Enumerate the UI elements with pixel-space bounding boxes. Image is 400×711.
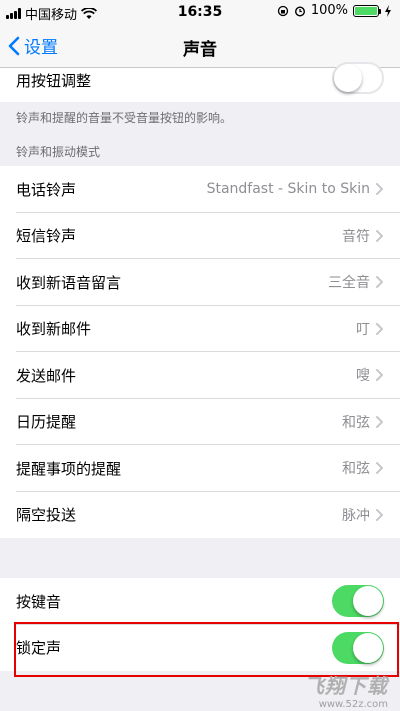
sound-row[interactable]: 短信铃声 音符: [0, 213, 400, 260]
chevron-right-icon: [376, 369, 383, 382]
rotation-lock-icon: [277, 5, 288, 16]
sound-row-value: 叮: [356, 321, 370, 338]
sound-row-label: 短信铃声: [16, 227, 77, 246]
adjust-with-buttons-row: 用按钮调整: [0, 62, 400, 102]
battery-fill: [355, 6, 377, 15]
sound-row-label: 收到新语音留言: [16, 273, 122, 292]
sound-row-value: 和弦: [342, 414, 370, 431]
watermark: 飞翔下载 www.52z.com: [304, 670, 388, 710]
chevron-right-icon: [376, 322, 383, 335]
toggle-row-label: 按键音: [16, 592, 62, 611]
highlight-box: [14, 622, 399, 677]
toggle-knob: [353, 586, 383, 617]
battery-icon: [353, 4, 381, 17]
navigation-bar: 设置 声音: [0, 24, 400, 68]
sound-row-label: 发送邮件: [16, 366, 77, 385]
toggle-knob: [334, 64, 362, 92]
page-title: 声音: [183, 40, 217, 60]
sound-row-label: 提醒事项的提醒: [16, 459, 122, 478]
adjust-with-buttons-label: 用按钮调整: [16, 72, 92, 90]
chevron-right-icon: [376, 229, 383, 242]
sound-row-value: Standfast - Skin to Skin: [206, 181, 370, 198]
chevron-right-icon: [376, 462, 383, 475]
status-bar: 中国移动 16:35 100%: [0, 0, 400, 24]
chevron-right-icon: [376, 508, 383, 521]
sound-row[interactable]: 提醒事项的提醒 和弦: [0, 445, 400, 492]
battery-percent: 100%: [310, 3, 348, 18]
sound-row[interactable]: 收到新语音留言 三全音: [0, 259, 400, 306]
sound-row-label: 隔空投送: [16, 506, 77, 525]
sound-row[interactable]: 隔空投送 脉冲: [0, 492, 400, 539]
toggle-row: 按键音: [0, 578, 400, 625]
chevron-right-icon: [376, 183, 383, 196]
sound-row-value: 脉冲: [342, 507, 370, 524]
sound-row-label: 收到新邮件: [16, 320, 92, 339]
sound-row-value: 音符: [342, 228, 370, 245]
sound-row-value: 嗖: [356, 368, 370, 385]
adjust-with-buttons-toggle[interactable]: [332, 62, 384, 94]
charging-icon: [385, 4, 391, 17]
watermark-title: 飞翔下载: [304, 674, 388, 698]
sound-row[interactable]: 电话铃声 Standfast - Skin to Skin: [0, 166, 400, 213]
sound-row[interactable]: 日历提醒 和弦: [0, 399, 400, 446]
sound-row[interactable]: 发送邮件 嗖: [0, 352, 400, 399]
sound-row-value: 和弦: [342, 461, 370, 478]
chevron-right-icon: [376, 276, 383, 289]
toggle-switch[interactable]: [332, 585, 384, 618]
status-right: 100%: [277, 3, 392, 18]
chevron-right-icon: [376, 415, 383, 428]
footer-note: 铃声和提醒的音量不受音量按钮的影响。: [16, 111, 233, 125]
sounds-list: 电话铃声 Standfast - Skin to Skin 短信铃声 音符收到新语音留…: [0, 166, 400, 538]
section-header: 铃声和振动模式: [16, 145, 101, 159]
sound-row-value: 三全音: [328, 275, 370, 292]
sound-row-label: 电话铃声: [16, 180, 77, 199]
sound-row[interactable]: 收到新邮件 叮: [0, 306, 400, 353]
watermark-url: www.52z.com: [318, 699, 388, 710]
alarm-icon: [294, 5, 305, 17]
sound-row-label: 日历提醒: [16, 413, 77, 432]
volume-buttons-group: 用按钮调整: [0, 62, 400, 102]
